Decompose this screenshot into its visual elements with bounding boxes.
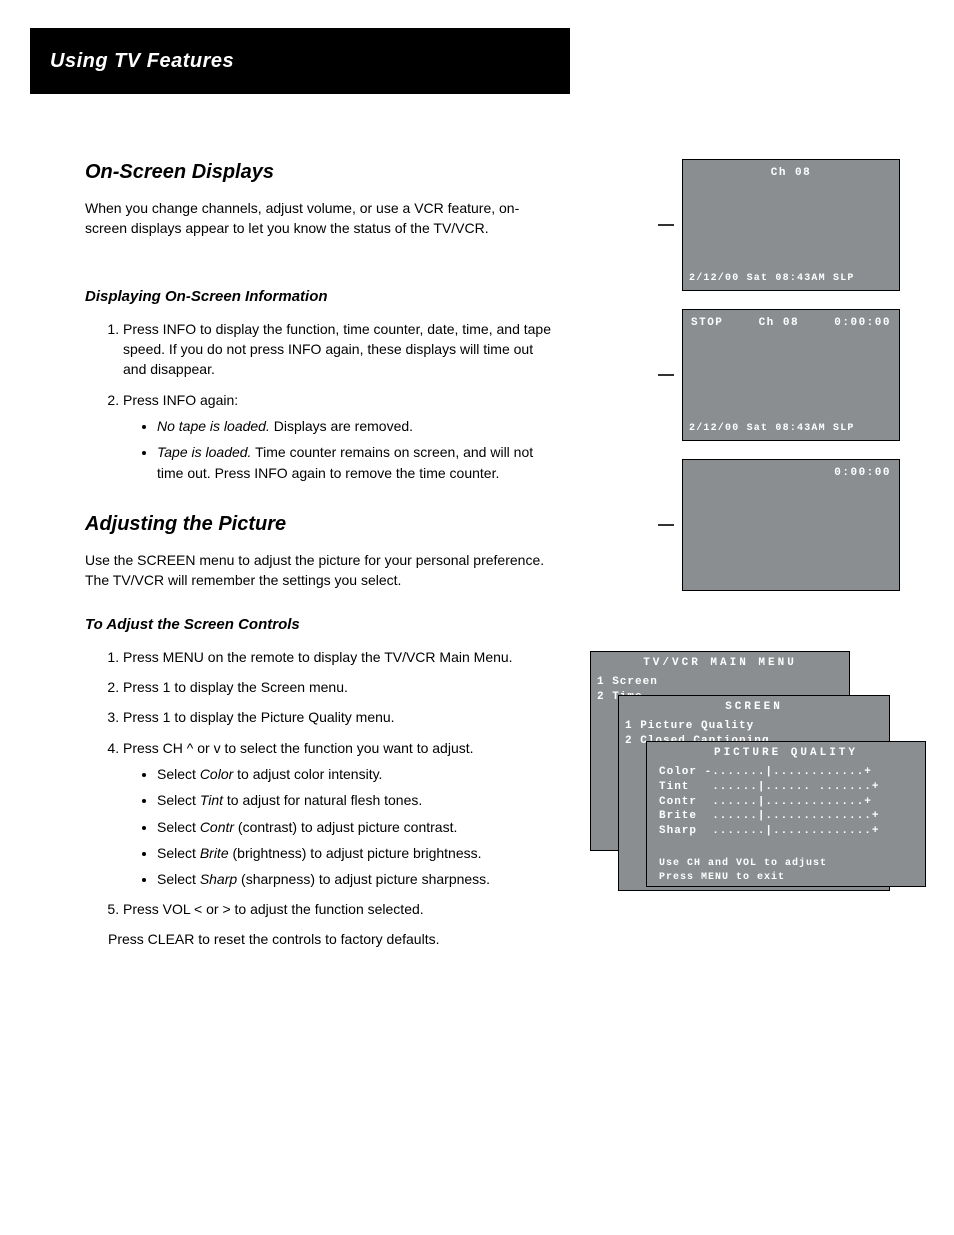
pq-row-sharp: Sharp .......|.............+ — [653, 824, 919, 839]
picture-intro: Use the SCREEN menu to adjust the pictur… — [85, 550, 560, 591]
text-brite: (brightness) to adjust picture brightnes… — [229, 845, 482, 861]
heading-picture: Adjusting the Picture — [85, 511, 560, 538]
pic-bullet-contr: Select Contr (contrast) to adjust pictur… — [157, 817, 560, 837]
label-tint: Tint — [200, 792, 223, 808]
main-menu-title: TV/VCR MAIN MENU — [597, 656, 843, 671]
pic-step-2: Press 1 to display the Screen menu. — [123, 677, 560, 697]
tv-screen-3: 0:00:00 — [682, 459, 900, 591]
heading-onscreen: On-Screen Displays — [85, 159, 560, 186]
callout-dash-3 — [658, 524, 674, 526]
pic-step-4: Press CH ^ or v to select the function y… — [123, 738, 560, 890]
pic-bullet-color: Select Color to adjust color intensity. — [157, 764, 560, 784]
info-step-2: Press INFO again: No tape is loaded. Dis… — [123, 390, 560, 483]
text-sharp: (sharpness) to adjust picture sharpness. — [237, 871, 490, 887]
tv3-counter: 0:00:00 — [834, 466, 891, 481]
notape-label: No tape is loaded. — [157, 418, 270, 434]
pic-step-3: Press 1 to display the Picture Quality m… — [123, 707, 560, 727]
pic-bullet-brite: Select Brite (brightness) to adjust pict… — [157, 843, 560, 863]
label-brite: Brite — [200, 845, 229, 861]
pic-step-4-text: Press CH ^ or v to select the function y… — [123, 740, 474, 756]
pq-help-1: Use CH and VOL to adjust — [659, 857, 919, 871]
callout-dash-2 — [658, 374, 674, 376]
pq-row-tint: Tint ......|...... .......+ — [653, 780, 919, 795]
notape-text: Displays are removed. — [270, 418, 413, 434]
pq-row-brite: Brite ......|..............+ — [653, 809, 919, 824]
main-menu-row-1: 1 Screen — [597, 675, 843, 690]
label-sharp: Sharp — [200, 871, 237, 887]
screen-row-1: 1 Picture Quality — [625, 719, 883, 734]
text-tint: to adjust for natural flesh tones. — [223, 792, 422, 808]
picture-steps: Press MENU on the remote to display the … — [85, 647, 560, 920]
menu-stack: TV/VCR MAIN MENU 1 Screen 2 Time SCREEN … — [590, 651, 900, 901]
pic-bullet-sharp: Select Sharp (sharpness) to adjust pictu… — [157, 869, 560, 889]
tv2-datetime: 2/12/00 Sat 08:43AM SLP — [689, 422, 897, 436]
text-contr: (contrast) to adjust picture contrast. — [234, 819, 457, 835]
info-bullet-tape: Tape is loaded. Time counter remains on … — [157, 442, 560, 483]
callout-dash-1 — [658, 224, 674, 226]
pic-step-1: Press MENU on the remote to display the … — [123, 647, 560, 667]
tv1-datetime: 2/12/00 Sat 08:43AM SLP — [689, 272, 897, 286]
label-color: Color — [200, 766, 233, 782]
info-steps: Press INFO to display the function, time… — [85, 319, 560, 483]
pq-help-2: Press MENU to exit — [659, 871, 919, 885]
clear-note: Press CLEAR to reset the controls to fac… — [108, 930, 560, 949]
tv2-counter: 0:00:00 — [834, 316, 891, 331]
pic-step-5: Press VOL < or > to adjust the function … — [123, 899, 560, 919]
subheading-screen: To Adjust the Screen Controls — [85, 615, 560, 635]
tv1-channel: Ch 08 — [683, 166, 899, 181]
info-step-2-text: Press INFO again: — [123, 392, 238, 408]
info-step-1: Press INFO to display the function, time… — [123, 319, 560, 380]
tape-label: Tape is loaded. — [157, 444, 251, 460]
panel-picture-quality: PICTURE QUALITY Color -.......|.........… — [646, 741, 926, 887]
tv-screen-1: Ch 08 2/12/00 Sat 08:43AM SLP — [682, 159, 900, 291]
label-contr: Contr — [200, 819, 234, 835]
tv2-stop: STOP — [691, 316, 723, 331]
tv-screen-2: STOP Ch 08 0:00:00 2/12/00 Sat 08:43AM S… — [682, 309, 900, 441]
pq-row-color: Color -.......|............+ — [653, 765, 919, 780]
pq-row-contr: Contr ......|.............+ — [653, 795, 919, 810]
tv2-channel: Ch 08 — [759, 316, 800, 331]
title-band: Using TV Features — [30, 28, 570, 94]
pq-title: PICTURE QUALITY — [653, 746, 919, 761]
pic-bullet-tint: Select Tint to adjust for natural flesh … — [157, 790, 560, 810]
info-bullet-notape: No tape is loaded. Displays are removed. — [157, 416, 560, 436]
intro-paragraph: When you change channels, adjust volume,… — [85, 198, 560, 239]
text-color: to adjust color intensity. — [233, 766, 382, 782]
subheading-info: Displaying On-Screen Information — [85, 287, 560, 307]
screen-menu-title: SCREEN — [625, 700, 883, 715]
